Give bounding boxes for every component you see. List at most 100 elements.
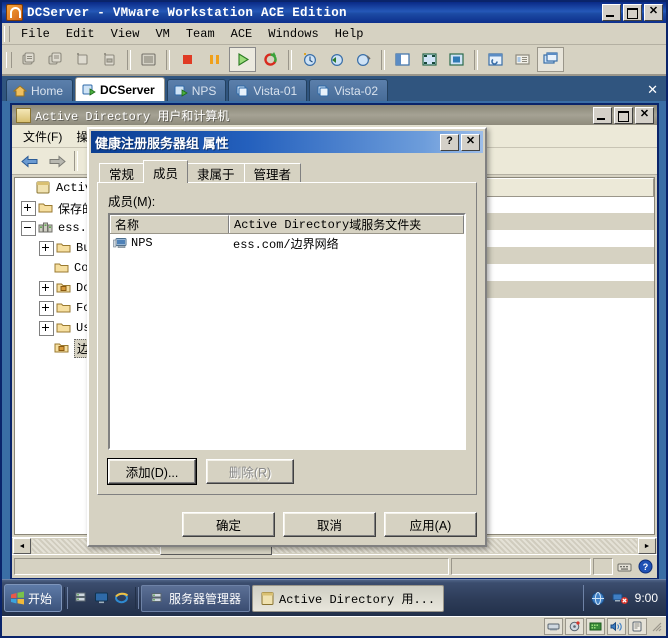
power-off-icon[interactable] bbox=[175, 48, 200, 71]
start-button[interactable]: 开始 bbox=[4, 584, 63, 612]
cd-icon[interactable] bbox=[586, 618, 605, 635]
minimize-button[interactable] bbox=[602, 4, 621, 21]
network-icon[interactable] bbox=[590, 591, 606, 606]
apply-button[interactable]: 应用(A) bbox=[384, 512, 477, 537]
tree-expander-plus[interactable] bbox=[39, 280, 54, 296]
tree-expander-plus[interactable] bbox=[39, 300, 54, 316]
cancel-button[interactable]: 取消 bbox=[283, 512, 376, 537]
tab-general[interactable]: 常规 bbox=[99, 163, 145, 183]
members-list-view[interactable]: 名称 Active Directory 域服务文件夹 NPS ess.com/边… bbox=[108, 213, 466, 450]
mmc-maximize-button[interactable] bbox=[614, 106, 633, 124]
vm-tab-vista-02[interactable]: Vista-02 bbox=[309, 79, 389, 101]
menu-view[interactable]: View bbox=[103, 25, 148, 43]
member-folder-en: ess.com/ bbox=[233, 237, 291, 252]
disk-icon[interactable] bbox=[565, 618, 584, 635]
mmc-window-controls: ✕ bbox=[593, 106, 655, 124]
mmc-minimize-button[interactable] bbox=[593, 106, 612, 124]
close-button[interactable]: ✕ bbox=[644, 4, 663, 21]
taskbar-button-server-manager[interactable]: 服务器管理器 bbox=[141, 584, 251, 612]
mmc-toolbar-separator bbox=[74, 151, 78, 171]
scroll-left-button[interactable]: ◄ bbox=[13, 538, 31, 554]
menu-grip[interactable] bbox=[4, 25, 10, 42]
help-button[interactable]: ? bbox=[440, 133, 459, 151]
menu-team[interactable]: Team bbox=[178, 25, 223, 43]
ou-folder-icon bbox=[56, 281, 72, 295]
vm-settings-icon[interactable] bbox=[483, 48, 508, 71]
console-view-icon[interactable] bbox=[537, 47, 564, 72]
column-header-name[interactable]: 名称 bbox=[110, 215, 229, 233]
menu-vm[interactable]: VM bbox=[147, 25, 177, 43]
vm-tab-dcserver[interactable]: DCServer bbox=[75, 77, 165, 101]
resize-grip[interactable] bbox=[651, 621, 663, 633]
volume-muted-icon[interactable] bbox=[612, 591, 629, 606]
ok-button[interactable]: 确定 bbox=[182, 512, 275, 537]
full-screen-icon[interactable] bbox=[417, 48, 442, 71]
revert-snapshot-icon[interactable] bbox=[324, 48, 349, 71]
taskbar-button-active-directory[interactable]: Active Directory 用... bbox=[252, 584, 445, 612]
toolbar-separator bbox=[381, 49, 385, 70]
summary-view-icon[interactable] bbox=[510, 48, 535, 71]
internet-explorer-icon[interactable] bbox=[114, 591, 129, 605]
forward-arrow-icon[interactable] bbox=[44, 150, 69, 173]
vm-tab-strip: Home DCServer NPS Vista-01 Vista-02 ✕ bbox=[2, 76, 666, 101]
vm-tab-nps[interactable]: NPS bbox=[166, 79, 227, 101]
add-hardware-icon[interactable] bbox=[97, 48, 122, 71]
new-virtual-machine-icon[interactable] bbox=[16, 48, 41, 71]
close-tab-button[interactable]: ✕ bbox=[647, 82, 658, 98]
mmc-window-title: Active Directory 用户和计算机 bbox=[35, 109, 230, 124]
tab-member-of[interactable]: 隶属于 bbox=[187, 163, 245, 183]
network-icon[interactable] bbox=[544, 618, 563, 635]
tree-expander-plus[interactable] bbox=[21, 200, 36, 216]
show-sidebar-icon[interactable] bbox=[390, 48, 415, 71]
power-on-play-icon[interactable] bbox=[229, 47, 256, 72]
new-team-icon[interactable] bbox=[43, 48, 68, 71]
back-arrow-icon[interactable] bbox=[17, 150, 42, 173]
suspend-icon[interactable] bbox=[202, 48, 227, 71]
toolbar-separator bbox=[288, 49, 292, 70]
taskbar-clock[interactable]: 9:00 bbox=[635, 591, 658, 605]
sound-icon[interactable] bbox=[607, 618, 626, 635]
open-vm-icon[interactable] bbox=[136, 48, 161, 71]
snapshot-manager-icon[interactable] bbox=[351, 48, 376, 71]
server-manager-quick-icon[interactable] bbox=[74, 591, 89, 605]
quick-switch-icon[interactable] bbox=[444, 48, 469, 71]
usb-icon[interactable] bbox=[628, 618, 647, 635]
tab-managed-by[interactable]: 管理者 bbox=[243, 163, 302, 183]
folder-icon bbox=[38, 201, 54, 215]
mmc-console-icon bbox=[261, 591, 274, 605]
menu-ace[interactable]: ACE bbox=[223, 25, 261, 43]
column-header-ad-folder[interactable]: Active Directory 域服务文件夹 bbox=[229, 215, 464, 233]
member-row[interactable]: NPS ess.com/边界网络 bbox=[110, 234, 464, 252]
dialog-close-button[interactable]: ✕ bbox=[461, 133, 480, 151]
snapshot-icon[interactable] bbox=[297, 48, 322, 71]
mmc-menu-file[interactable]: 文件(F) bbox=[16, 125, 69, 148]
vm-tab-label: Home bbox=[31, 83, 64, 98]
tree-expander-minus[interactable] bbox=[21, 220, 36, 236]
maximize-button[interactable] bbox=[623, 4, 642, 21]
menu-help[interactable]: Help bbox=[327, 25, 372, 43]
menu-file[interactable]: File bbox=[13, 25, 58, 43]
tree-expander-plus[interactable] bbox=[39, 240, 54, 256]
tab-members[interactable]: 成员 bbox=[143, 160, 189, 183]
show-desktop-icon[interactable] bbox=[94, 591, 109, 605]
taskbar-divider bbox=[135, 587, 140, 609]
add-button[interactable]: 添加(D)... bbox=[107, 458, 197, 485]
power-on-this-vm-icon[interactable] bbox=[70, 48, 95, 71]
mmc-close-button[interactable]: ✕ bbox=[635, 106, 654, 124]
members-label: 成员(M): bbox=[108, 195, 156, 209]
toolbar-grip[interactable] bbox=[6, 51, 12, 68]
svg-text:?: ? bbox=[642, 562, 648, 572]
vm-tab-vista-01[interactable]: Vista-01 bbox=[228, 79, 308, 101]
vm-tab-label: Vista-01 bbox=[253, 83, 298, 98]
vm-tab-home[interactable]: Home bbox=[6, 79, 74, 101]
vm-icon bbox=[316, 84, 330, 98]
tree-expander-plus[interactable] bbox=[39, 320, 54, 336]
folder-icon bbox=[56, 301, 72, 315]
help-icon[interactable]: ? bbox=[635, 559, 655, 574]
reset-icon[interactable] bbox=[258, 48, 283, 71]
menu-windows[interactable]: Windows bbox=[260, 25, 326, 43]
scroll-right-button[interactable]: ► bbox=[638, 538, 656, 554]
member-folder-cell: ess.com/边界网络 bbox=[229, 235, 464, 252]
menu-edit[interactable]: Edit bbox=[58, 25, 103, 43]
vm-tab-label: DCServer bbox=[100, 82, 155, 97]
